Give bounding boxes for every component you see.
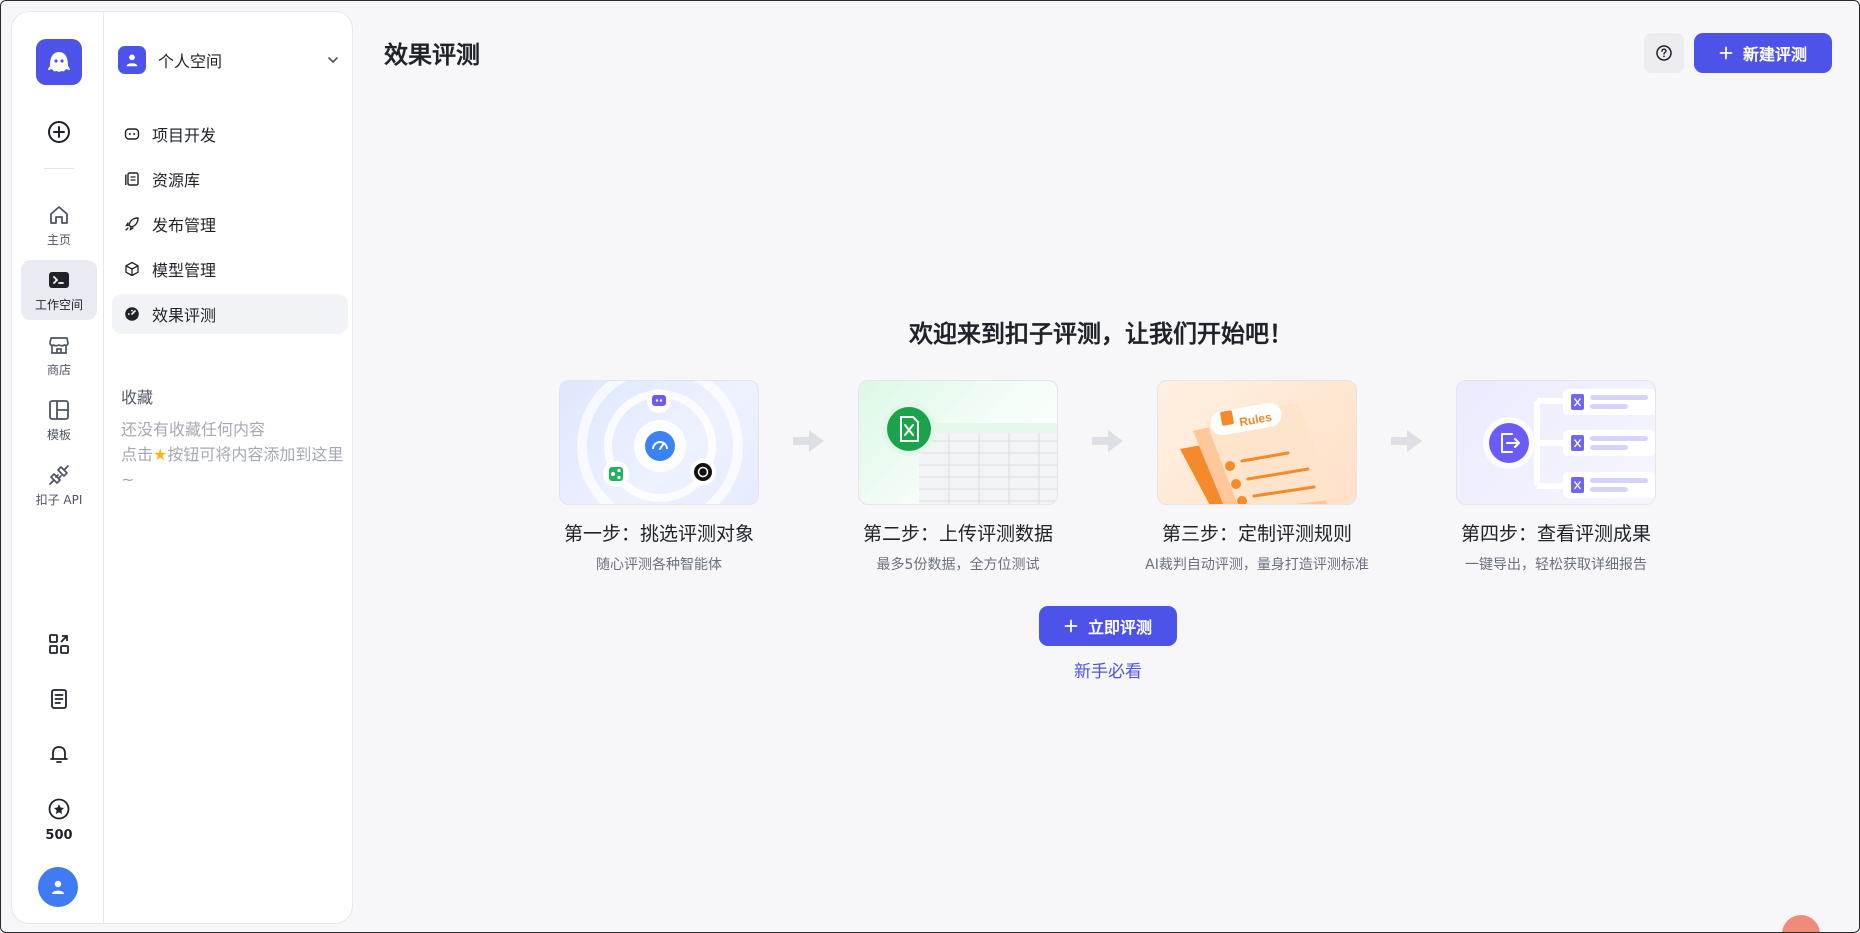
- step-1-title: 第一步：挑选评测对象: [563, 523, 754, 545]
- library-icon: [125, 172, 139, 186]
- workspace-selector[interactable]: 个人空间: [118, 42, 340, 78]
- step-1-illustration: [559, 380, 759, 505]
- step-3-title: 第三步：定制评测规则: [1161, 523, 1352, 545]
- rail-item-label: 扣子 API: [35, 492, 83, 507]
- nav-item-label: 模型管理: [152, 261, 217, 280]
- avatar[interactable]: [38, 867, 78, 907]
- bot-icon: [124, 128, 140, 140]
- step-4-title: 第四步：查看评测成果: [1460, 523, 1651, 545]
- gauge-icon: [125, 307, 139, 321]
- rail-item-home[interactable]: 主页: [21, 195, 97, 255]
- rail-item-label: 主页: [46, 232, 71, 247]
- favorites-empty-text: 还没有收藏任何内容 点击★按钮可将内容添加到这里~: [121, 417, 346, 492]
- rail-item-templates[interactable]: 模板: [21, 390, 97, 450]
- plus-icon: [1064, 619, 1078, 633]
- bell-icon[interactable]: [44, 739, 74, 769]
- user-icon: [126, 54, 138, 67]
- app-grid-icon[interactable]: [44, 629, 74, 659]
- step-2-title: 第二步：上传评测数据: [862, 523, 1053, 545]
- step-2-desc: 最多5份数据，全方位测试: [876, 557, 1040, 573]
- assistant-mascot[interactable]: [1782, 915, 1820, 932]
- page-title: 效果评测: [384, 41, 480, 69]
- nav-item-label: 发布管理: [152, 216, 217, 235]
- rail-item-store[interactable]: 商店: [21, 325, 97, 385]
- chevron-down-icon: [328, 57, 338, 64]
- points-icon[interactable]: [44, 794, 74, 824]
- favorites-empty-prefix: 点击: [121, 445, 154, 464]
- favorites-empty-line: 还没有收藏任何内容: [121, 420, 266, 439]
- beginner-guide-link[interactable]: 新手必看: [1039, 657, 1177, 682]
- new-evaluation-label: 新建评测: [1742, 45, 1807, 64]
- favorites-title: 收藏: [121, 388, 154, 407]
- step-3-desc: AI裁判自动评测，量身打造评测标准: [1145, 557, 1369, 573]
- create-icon[interactable]: [44, 117, 74, 147]
- template-icon: [49, 399, 69, 420]
- rail-item-label: 商店: [46, 362, 71, 377]
- nav-item-label: 项目开发: [152, 126, 217, 145]
- store-icon: [49, 336, 69, 354]
- rocket-icon: [125, 217, 139, 231]
- user-icon: [52, 880, 64, 894]
- arrow-right-icon: [793, 430, 824, 452]
- model-cube-icon: [125, 261, 139, 277]
- nav-item-label: 资源库: [152, 171, 201, 190]
- terminal-icon: [49, 271, 69, 288]
- arrow-right-icon: [1092, 430, 1123, 452]
- icon-rail: 主页 工作空间 商店 模板 扣子 API 500: [11, 11, 103, 924]
- step-4-desc: 一键导出，轻松获取详细报告: [1465, 557, 1647, 573]
- rail-item-label: 模板: [46, 427, 71, 442]
- coze-logo-icon: [48, 52, 70, 72]
- nav-item-evaluation[interactable]: 效果评测: [112, 294, 348, 334]
- nav-item-publish[interactable]: 发布管理: [112, 204, 348, 244]
- step-2-illustration: [858, 380, 1058, 505]
- api-plug-icon: [49, 464, 69, 485]
- nav-item-label: 效果评测: [152, 306, 217, 325]
- app-window: 主页 工作空间 商店 模板 扣子 API 500 个人空间 项目开发 资源库 发…: [0, 0, 1860, 933]
- workspace-name: 个人空间: [158, 52, 223, 71]
- start-evaluation-label: 立即评测: [1087, 618, 1152, 637]
- points-count: 500: [45, 828, 73, 843]
- arrow-right-icon: [1391, 430, 1422, 452]
- step-4-illustration: [1456, 380, 1656, 505]
- rail-item-workspace[interactable]: 工作空间: [21, 260, 97, 320]
- help-button[interactable]: [1644, 33, 1684, 73]
- nav-item-models[interactable]: 模型管理: [112, 249, 348, 289]
- rail-divider: [44, 168, 74, 169]
- new-evaluation-button[interactable]: 新建评测: [1694, 33, 1832, 73]
- star-icon: ★: [153, 445, 168, 464]
- rail-item-label: 工作空间: [34, 297, 83, 312]
- welcome-heading: 欢迎来到扣子评测，让我们开始吧！: [909, 320, 1293, 348]
- workspace-avatar: [118, 46, 146, 74]
- workspace-sidebar: 个人空间 项目开发 资源库 发布管理 模型管理 效果评测 收藏 还没有收藏任何内…: [103, 11, 353, 924]
- plus-icon: [1719, 46, 1733, 60]
- step-1-desc: 随心评测各种智能体: [596, 557, 722, 573]
- step-3-illustration: Rules: [1157, 380, 1357, 505]
- coze-logo[interactable]: [36, 39, 82, 85]
- nav-item-library[interactable]: 资源库: [112, 159, 348, 199]
- rail-item-api[interactable]: 扣子 API: [21, 455, 97, 515]
- start-evaluation-button[interactable]: 立即评测: [1039, 606, 1177, 646]
- home-icon: [50, 205, 68, 224]
- nav-item-projects[interactable]: 项目开发: [112, 114, 348, 154]
- help-icon: [1656, 45, 1672, 61]
- document-icon[interactable]: [44, 684, 74, 714]
